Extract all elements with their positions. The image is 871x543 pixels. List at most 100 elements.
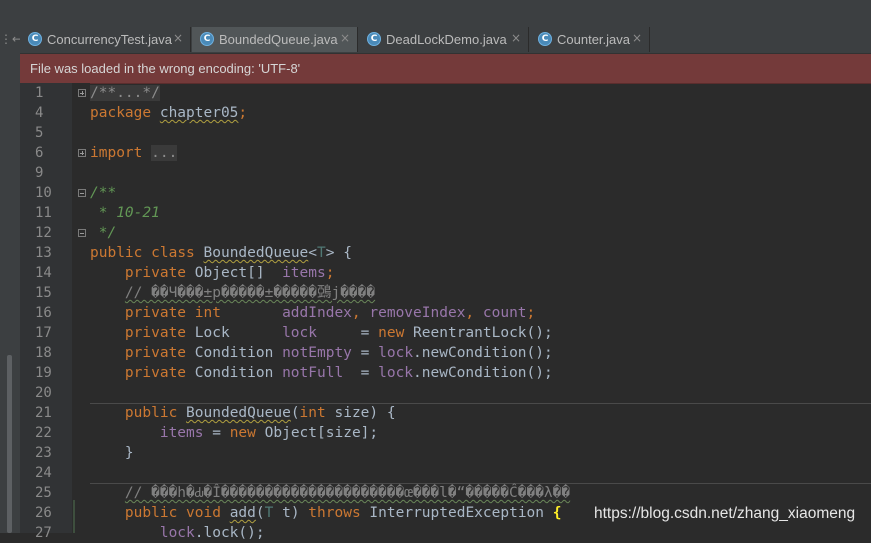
code-token: private: [124, 345, 187, 361]
code-token: public: [124, 505, 178, 521]
code-token: int: [299, 405, 326, 421]
code-token: BoundedQueue: [186, 405, 291, 421]
code-line[interactable]: 21 public BoundedQueue(int size) {: [0, 403, 871, 423]
code-line[interactable]: 24: [0, 463, 871, 483]
code-line[interactable]: 6 import ...: [0, 143, 871, 163]
code-token: * 10-21: [90, 205, 160, 221]
code-token: private: [124, 325, 187, 341]
code-line[interactable]: 15 // ��Ч���±р�����±�����鵶j����: [0, 283, 871, 303]
code-token: BoundedQueue: [203, 245, 309, 261]
code-text: items = new Object[size];: [90, 423, 378, 443]
code-token: ;: [238, 105, 248, 121]
code-text: package chapter05;: [90, 103, 247, 123]
tab-label: BoundedQueue.java: [219, 32, 338, 47]
code-text: }: [90, 443, 134, 463]
code-token: lock: [282, 325, 317, 341]
line-number: 6: [35, 145, 44, 161]
code-token: Object[size];: [264, 425, 379, 441]
code-line[interactable]: 16 private int addIndex, removeIndex, co…: [0, 303, 871, 323]
code-token: private: [124, 365, 187, 381]
code-line[interactable]: 11 * 10-21: [0, 203, 871, 223]
code-line[interactable]: 1 /**...*/: [0, 83, 871, 103]
line-number: 27: [35, 525, 52, 541]
code-line[interactable]: 13 public class BoundedQueue<T> {: [0, 243, 871, 263]
code-text: /**...*/: [90, 83, 160, 103]
code-token: <: [308, 245, 318, 261]
line-number: 24: [35, 465, 52, 481]
fold-collapse-icon[interactable]: [78, 189, 86, 197]
code-line[interactable]: 12 */: [0, 223, 871, 243]
code-line[interactable]: 27 lock.lock();: [0, 523, 871, 543]
code-line[interactable]: 20: [0, 383, 871, 403]
tab-label: ConcurrencyTest.java: [47, 32, 172, 47]
line-number: 17: [35, 325, 52, 341]
close-icon[interactable]: ×: [173, 31, 183, 45]
code-token: =: [351, 345, 379, 361]
tab-concurrencytest[interactable]: C ConcurrencyTest.java ×: [20, 27, 191, 52]
code-token: .newCondition();: [413, 365, 553, 381]
encoding-warning-text: File was loaded in the wrong encoding: '…: [30, 61, 301, 76]
tab-scroll-icon[interactable]: ⋮←: [0, 27, 22, 53]
line-number: 4: [35, 105, 44, 121]
code-token: package: [90, 105, 152, 121]
line-number: 18: [35, 345, 52, 361]
code-text: */: [90, 223, 116, 243]
code-token: removeIndex: [369, 305, 466, 321]
code-line[interactable]: 10 /**: [0, 183, 871, 203]
code-line[interactable]: 25 // ���һ�Ԃ�Î���������������������œ���l…: [0, 483, 871, 503]
code-token: lock: [378, 345, 414, 361]
code-text: /**: [90, 183, 116, 203]
java-class-icon: C: [367, 32, 381, 46]
code-token: ,: [351, 305, 370, 321]
close-icon[interactable]: ×: [340, 31, 350, 45]
code-text: private Condition notFull = lock.newCond…: [90, 363, 553, 383]
code-line[interactable]: 17 private Lock lock = new ReentrantLock…: [0, 323, 871, 343]
line-number: 12: [35, 225, 52, 241]
code-text: public class BoundedQueue<T> {: [90, 243, 352, 263]
line-number: 11: [35, 205, 52, 221]
encoding-warning-banner: File was loaded in the wrong encoding: '…: [20, 54, 871, 84]
line-number: 21: [35, 405, 52, 421]
code-line[interactable]: 4 package chapter05;: [0, 103, 871, 123]
code-text: import ...: [90, 143, 178, 163]
code-token: ;: [526, 305, 536, 321]
tab-deadlockdemo[interactable]: C DeadLockDemo.java ×: [359, 27, 529, 52]
line-number: 19: [35, 365, 52, 381]
code-line[interactable]: 23 }: [0, 443, 871, 463]
code-token: ...: [151, 145, 178, 161]
code-token: Condition: [194, 345, 274, 361]
code-line[interactable]: 19 private Condition notFull = lock.newC…: [0, 363, 871, 383]
fold-expand-icon[interactable]: [78, 149, 86, 157]
code-token: Condition: [194, 365, 274, 381]
close-icon[interactable]: ×: [511, 31, 521, 45]
tab-boundedqueue[interactable]: C BoundedQueue.java ×: [192, 27, 358, 52]
code-line[interactable]: 18 private Condition notEmpty = lock.new…: [0, 343, 871, 363]
code-line[interactable]: 5: [0, 123, 871, 143]
code-token: items: [282, 265, 326, 281]
code-line[interactable]: 14 private Object[] items;: [0, 263, 871, 283]
fold-collapse-icon[interactable]: [78, 229, 86, 237]
close-icon[interactable]: ×: [632, 31, 642, 45]
code-token: private: [124, 265, 187, 281]
tab-counter[interactable]: C Counter.java ×: [530, 27, 650, 52]
code-line[interactable]: 9: [0, 163, 871, 183]
code-token: .newCondition();: [413, 345, 553, 361]
code-token: notFull: [282, 365, 344, 381]
code-token: > {: [325, 245, 352, 261]
code-editor[interactable]: 1/**...*/ 4 package chapter05; 5 6 import ...…: [0, 83, 871, 543]
code-line[interactable]: 22 items = new Object[size];: [0, 423, 871, 443]
fold-expand-icon[interactable]: [78, 89, 86, 97]
